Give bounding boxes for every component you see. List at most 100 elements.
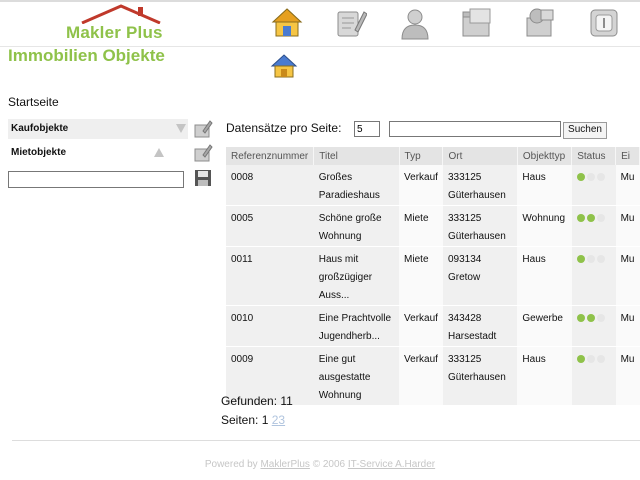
sub-house-icon[interactable]	[270, 52, 298, 80]
table-header-row: Referenznummer Titel Typ Ort Objekttyp S…	[226, 147, 640, 165]
logo-roof-icon	[81, 4, 161, 24]
status-indicator-icon	[586, 255, 595, 263]
status-indicator-icon	[586, 214, 595, 222]
table-row[interactable]: 0008 Großes Paradieshaus Verkauf 333125 Güt…	[226, 165, 640, 206]
nav-user-icon[interactable]	[398, 6, 432, 40]
column-header-ort[interactable]: Ort	[442, 147, 518, 165]
nav-notepad-icon[interactable]	[333, 6, 368, 40]
cell-titel: Schöne große Wohnung	[313, 205, 400, 247]
column-header-objekttyp[interactable]: Objekttyp	[517, 147, 573, 165]
column-header-typ[interactable]: Typ	[399, 147, 444, 165]
footer-copyright: © 2006	[312, 459, 346, 470]
results-count: Gefunden: 11	[221, 394, 293, 408]
edit-tool-icon[interactable]	[193, 119, 213, 139]
status-indicator-icon	[596, 355, 605, 363]
column-header-referenznummer[interactable]: Referenznummer	[226, 147, 315, 165]
pagination-label: Seiten:	[221, 413, 259, 427]
status-indicator-icon	[596, 214, 605, 222]
status-indicator-icon	[586, 355, 595, 363]
cell-ort: 333125 Güterhausen	[442, 346, 518, 406]
sidebar-item-label: Mietobjekte	[11, 147, 67, 158]
cell-titel: Eine gut ausgestatte Wohnung	[313, 346, 400, 406]
arrow-up-icon[interactable]	[153, 146, 165, 158]
sidebar-item-kaufobjekte[interactable]: Kaufobjekte	[8, 119, 213, 139]
cell-objekttyp: Haus	[517, 165, 572, 206]
cell-status	[571, 305, 616, 347]
column-header-extra[interactable]: Ei	[615, 147, 640, 165]
records-per-page-input[interactable]	[354, 121, 380, 137]
cell-typ: Verkauf	[399, 305, 443, 347]
status-indicator-icon	[576, 314, 585, 322]
cell-typ: Verkauf	[399, 165, 443, 206]
cell-ort: 343428 Harsestadt	[442, 305, 518, 347]
cell-objekttyp: Haus	[517, 346, 572, 406]
save-icon[interactable]	[194, 169, 212, 187]
status-indicator-icon	[576, 214, 585, 222]
sidebar-item-label: Kaufobjekte	[11, 123, 69, 134]
status-indicator-icon	[596, 255, 605, 263]
cell-referenznummer: 0008	[226, 165, 314, 206]
cell-referenznummer: 0005	[226, 205, 314, 247]
cell-referenznummer: 0011	[226, 246, 314, 306]
page-title: Immobilien Objekte	[8, 46, 165, 65]
cell-extra: Mu	[615, 305, 640, 347]
table-row[interactable]: 0010 Eine Prachtvolle Jugendherb... Verkau…	[226, 305, 640, 347]
table-row[interactable]: 0005 Schöne große Wohnung Miete 333125 Güte…	[226, 205, 640, 247]
makler-plus-logo[interactable]: Makler Plus	[66, 3, 176, 45]
property-table: Referenznummer Titel Typ Ort Objekttyp S…	[226, 147, 640, 406]
records-per-page-label: Datensätze pro Seite:	[226, 121, 342, 135]
footer-prefix: Powered by	[204, 459, 258, 470]
arrow-down-icon[interactable]	[175, 122, 187, 134]
cell-extra: Mu	[615, 246, 640, 306]
cell-status	[571, 346, 616, 406]
table-row[interactable]: 0011 Haus mit großzügiger Auss... Miete 093…	[226, 246, 640, 306]
breadcrumb[interactable]: Startseite	[8, 95, 59, 109]
cell-status	[571, 165, 616, 206]
cell-typ: Miete	[399, 246, 443, 306]
column-header-status[interactable]: Status	[571, 147, 617, 165]
cell-extra: Mu	[615, 205, 640, 247]
logo-text: Makler Plus	[66, 23, 163, 42]
cell-objekttyp: Haus	[517, 246, 572, 306]
top-border	[0, 0, 640, 2]
footer-product-link[interactable]: MaklerPlus	[260, 459, 309, 470]
nav-power-icon[interactable]	[587, 6, 621, 40]
cell-titel: Eine Prachtvolle Jugendherb...	[313, 305, 400, 347]
search-input[interactable]	[389, 121, 561, 137]
cell-ort: 333125 Güterhausen	[442, 205, 518, 247]
status-indicator-icon	[576, 355, 585, 363]
footer: Powered by MaklerPlus © 2006 IT-Service …	[0, 459, 640, 470]
nav-tools-icon[interactable]	[523, 6, 557, 40]
nav-home-icon[interactable]	[270, 6, 304, 40]
status-indicator-icon	[576, 173, 585, 181]
cell-titel: Großes Paradieshaus	[313, 165, 400, 206]
cell-extra: Mu	[615, 346, 640, 406]
cell-typ: Miete	[399, 205, 443, 247]
status-indicator-icon	[596, 173, 605, 181]
cell-referenznummer: 0010	[226, 305, 314, 347]
edit-tool-icon[interactable]	[193, 143, 213, 163]
cell-extra: Mu	[615, 165, 640, 206]
cell-ort: 093134 Gretow	[442, 246, 518, 306]
status-indicator-icon	[586, 173, 595, 181]
cell-status	[571, 205, 616, 247]
sidebar-item-mietobjekte[interactable]: Mietobjekte	[8, 143, 213, 163]
pagination: Seiten: 1 23	[221, 413, 285, 427]
sidebar-input[interactable]	[8, 171, 184, 188]
cell-typ: Verkauf	[399, 346, 443, 406]
cell-ort: 333125 Güterhausen	[442, 165, 518, 206]
search-button[interactable]: Suchen	[563, 122, 607, 139]
cell-status	[571, 246, 616, 306]
footer-company-link[interactable]: IT-Service A.Harder	[348, 459, 435, 470]
status-indicator-icon	[576, 255, 585, 263]
cell-titel: Haus mit großzügiger Auss...	[313, 246, 400, 306]
page-link[interactable]: 3	[278, 413, 285, 427]
column-header-titel[interactable]: Titel	[313, 147, 400, 165]
cell-objekttyp: Wohnung	[517, 205, 572, 247]
footer-divider	[12, 440, 640, 441]
nav-folder-icon[interactable]	[460, 6, 494, 40]
page-number-current: 1	[261, 413, 269, 427]
status-indicator-icon	[596, 314, 605, 322]
top-navigation-bar: Makler Plus	[0, 0, 640, 47]
cell-objekttyp: Gewerbe	[517, 305, 572, 347]
